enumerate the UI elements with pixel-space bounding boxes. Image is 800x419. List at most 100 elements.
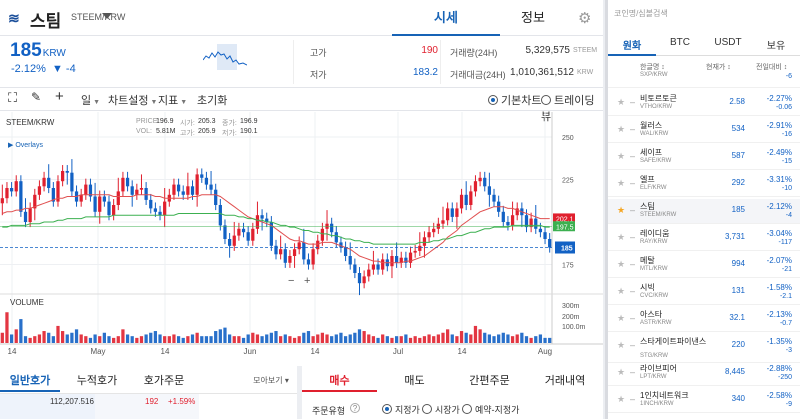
- trend-dash-icon: –: [630, 178, 636, 188]
- tab-orderbook-order[interactable]: 호가주문: [134, 372, 194, 388]
- favorite-star-icon[interactable]: ★: [617, 178, 625, 189]
- favorite-star-icon[interactable]: ★: [617, 367, 625, 378]
- orderbook-price[interactable]: 192: [145, 397, 158, 406]
- candle-body: [23, 211, 28, 222]
- volume-bar: [404, 334, 408, 343]
- market-row[interactable]: ★ – 라이브피어 LPT/KRW 8,445 -2.88% -250: [608, 361, 800, 386]
- tab-trade-history[interactable]: 거래내역: [527, 372, 603, 388]
- market-row[interactable]: ★ – 아스타 ASTR/KRW 32.1 -2.13% -0.7: [608, 307, 800, 332]
- candle-body: [459, 194, 464, 209]
- candle-body: [381, 259, 385, 270]
- market-row-change: -0.06: [776, 104, 792, 111]
- tab-orderbook-normal[interactable]: 일반호가: [0, 372, 60, 388]
- y-tick-label: 250: [562, 135, 574, 142]
- favorite-star-icon[interactable]: ★: [617, 124, 625, 135]
- volume-bar: [37, 334, 42, 343]
- interval-select[interactable]: 일 ▼: [81, 92, 100, 108]
- tab-simple-order[interactable]: 간편주문: [452, 372, 527, 388]
- favorite-star-icon[interactable]: ★: [617, 259, 625, 270]
- favorite-star-icon[interactable]: ★: [617, 205, 625, 216]
- candle-body: [65, 171, 69, 173]
- volume-bar: [93, 334, 97, 343]
- volume-bar: [399, 336, 403, 343]
- coin-search-input[interactable]: 코인명/심볼검색: [614, 8, 668, 19]
- tab-info[interactable]: 정보: [500, 0, 566, 36]
- group-view-select[interactable]: 모아보기 ▾: [246, 375, 296, 386]
- market-row[interactable]: ★ – 레이디움 RAY/KRW 3,731 -3.04% -117: [608, 226, 800, 251]
- favorite-star-icon[interactable]: ★: [617, 151, 625, 162]
- market-row[interactable]: ★ – 월러스 WAL/KRW 534 -2.91% -16: [608, 118, 800, 143]
- market-row-price: 292: [731, 178, 745, 187]
- basic-chart-radio[interactable]: 기본차트: [488, 92, 541, 108]
- candle-body: [195, 174, 199, 195]
- tab-buy[interactable]: 매수: [302, 372, 377, 388]
- help-icon[interactable]: ?: [350, 403, 360, 413]
- ohlc-value-low: 190.1: [240, 128, 258, 135]
- tab-orderbook-cumulative[interactable]: 누적호가: [62, 372, 132, 388]
- volume-bar: [255, 334, 260, 343]
- coin-select-caret-icon[interactable]: [102, 13, 112, 19]
- candle-body: [204, 177, 209, 185]
- market-row-price: 994: [731, 259, 745, 268]
- zoom-in-button[interactable]: +: [304, 275, 310, 287]
- market-row[interactable]: ★ – 엘프 ELF/KRW 292 -3.31% -10: [608, 172, 800, 197]
- volume-bar: [357, 329, 362, 343]
- tab-price[interactable]: 시세: [392, 0, 500, 36]
- chart-settings-select[interactable]: 차트설정 ▼: [108, 92, 157, 108]
- volume-bar: [538, 334, 543, 343]
- candle-body: [190, 186, 195, 195]
- candle-body: [394, 256, 399, 263]
- market-row-pair: LPT/KRW: [640, 374, 667, 380]
- crosshair-icon[interactable]: +: [55, 88, 64, 105]
- market-row[interactable]: ★ – 메탈 MTL/KRW 994 -2.07% -21: [608, 253, 800, 278]
- trend-dash-icon: –: [630, 97, 636, 107]
- order-market-radio[interactable]: 시장가: [422, 403, 460, 416]
- candle-body: [330, 223, 334, 233]
- fullscreen-icon[interactable]: ⛶: [8, 90, 17, 106]
- tab-sell[interactable]: 매도: [377, 372, 452, 388]
- overlays-toggle[interactable]: ▶ Overlays: [8, 141, 43, 149]
- market-row[interactable]: ★ – 비토르토큰 VTHO/KRW 2.58 -2.27% -0.06: [608, 91, 800, 116]
- candle-body: [548, 239, 552, 248]
- x-tick-label: 14: [458, 347, 467, 356]
- candle-body: [130, 186, 134, 195]
- favorite-star-icon[interactable]: ★: [617, 232, 625, 243]
- order-limit-radio[interactable]: 지정가: [382, 403, 420, 416]
- market-row[interactable]: ★ –1인치네트워크 1INCH/KRW 340 -2.58% -9: [608, 388, 800, 413]
- market-row[interactable]: ★ – 시빅 CVC/KRW 131 -1.58% -2.1: [608, 280, 800, 305]
- trend-dash-icon: –: [630, 205, 636, 215]
- order-reserved-radio[interactable]: 예약-지정가: [462, 403, 519, 416]
- tab-holdings[interactable]: 보유: [752, 37, 800, 52]
- candle-body: [543, 232, 547, 239]
- market-row[interactable]: ★ – 세이프 SAFE/KRW 587 -2.49% -15: [608, 145, 800, 170]
- volume-bar: [376, 337, 380, 343]
- tab-krw[interactable]: 원화: [608, 37, 656, 52]
- candle-body: [357, 273, 362, 284]
- favorite-star-icon[interactable]: ★: [617, 394, 625, 405]
- favorite-star-icon[interactable]: ★: [617, 340, 625, 351]
- trend-dash-icon: –: [630, 367, 636, 377]
- favorite-star-icon[interactable]: ★: [617, 97, 625, 108]
- tab-btc[interactable]: BTC: [656, 37, 704, 48]
- indicator-select[interactable]: 지표 ▼: [158, 92, 187, 108]
- candle-body: [70, 172, 74, 192]
- favorite-star-icon[interactable]: ★: [617, 286, 625, 297]
- volume-bar: [348, 334, 352, 343]
- volume-bar: [237, 336, 241, 343]
- market-row[interactable]: SXP/KRW -6: [608, 70, 800, 88]
- zoom-out-button[interactable]: −: [288, 275, 294, 287]
- amount-value: 1,010,361,512: [510, 67, 574, 78]
- market-row[interactable]: ★ – 스팀 STEEM/KRW 185 -2.12% -4: [608, 199, 800, 224]
- volume-bar: [362, 331, 366, 343]
- reset-button[interactable]: 초기화: [197, 92, 227, 108]
- market-row[interactable]: ★ – 스타게이트파이낸스 STG/KRW 220 -1.35% -3: [608, 334, 800, 363]
- price-chart[interactable]: 250225200175202.1197.5185300m200m100.0m1…: [0, 112, 603, 358]
- gear-icon[interactable]: ⚙: [578, 9, 591, 27]
- tab-usdt[interactable]: USDT: [704, 37, 752, 48]
- market-row-name: 세이프: [640, 148, 663, 157]
- pencil-icon[interactable]: ✎: [31, 90, 41, 104]
- favorite-star-icon[interactable]: ★: [617, 313, 625, 324]
- ohlc-label-open: 시가:: [180, 120, 195, 127]
- volume-bar: [506, 334, 510, 343]
- chart-canvas[interactable]: 250225200175202.1197.5185300m200m100.0m1…: [0, 112, 603, 358]
